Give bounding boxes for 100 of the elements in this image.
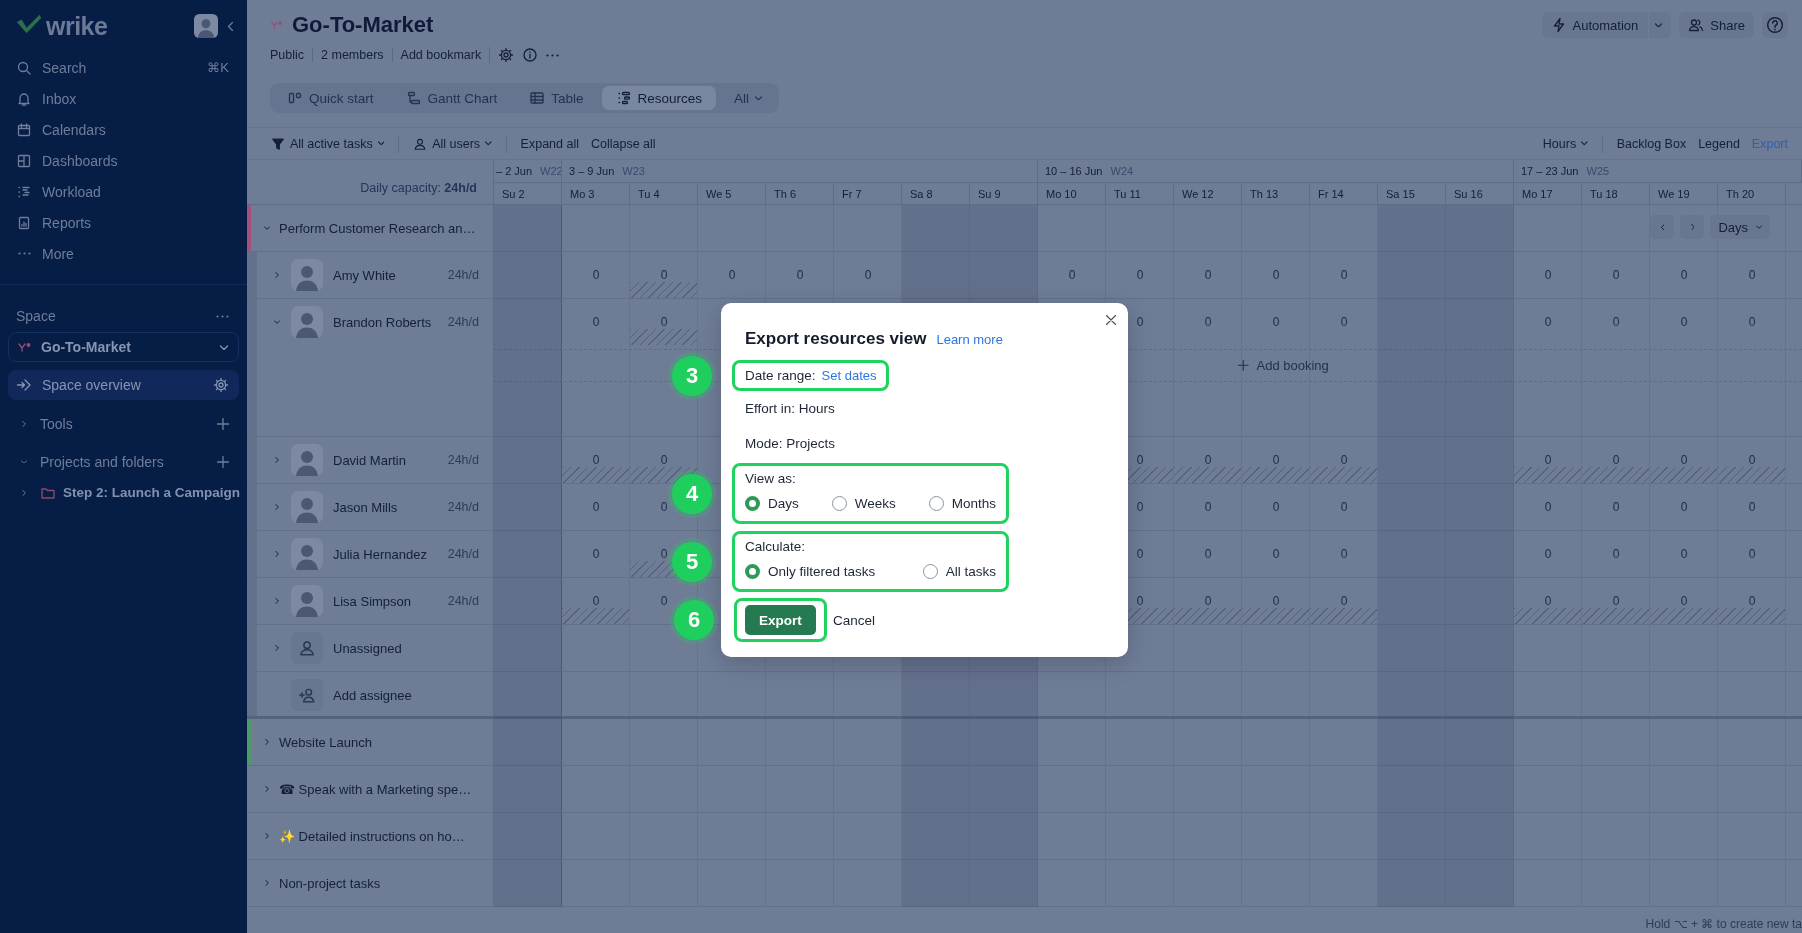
hours-value: 0 [1204, 594, 1212, 608]
table-icon [529, 90, 546, 106]
logo-wordmark: wrike [46, 11, 108, 41]
avatar-icon [291, 585, 323, 617]
chevron-right-icon[interactable] [275, 645, 279, 651]
hours-value: 0 [1544, 594, 1552, 608]
week-range: 10 – 16 Jun [1045, 165, 1103, 177]
hours-value: 0 [592, 500, 600, 514]
nav-item[interactable]: Space overview [8, 370, 239, 400]
toolbar-button[interactable]: All active tasks [265, 136, 391, 151]
chevron-right-icon[interactable] [275, 272, 279, 278]
nav-item[interactable]: Reports [0, 207, 247, 238]
chevron-down-icon [220, 344, 228, 350]
enter-icon [16, 377, 32, 393]
chevron-down-icon[interactable] [264, 226, 270, 230]
view-tab[interactable]: Resources [601, 86, 717, 110]
learn-more-link[interactable]: Learn more [936, 331, 1003, 347]
avatar-icon[interactable] [194, 14, 218, 38]
hours-value: 0 [1544, 500, 1552, 514]
hours-value: 0 [1204, 315, 1212, 329]
toolbar-button[interactable]: Share [1679, 12, 1754, 38]
week-range: 17 – 23 Jun [1521, 165, 1579, 177]
set-dates-link[interactable]: Set dates [821, 368, 877, 383]
chevron-left-icon[interactable] [228, 21, 233, 31]
toolbar-button[interactable]: Collapse all [585, 136, 662, 151]
radio-button[interactable] [745, 495, 760, 511]
nav-item[interactable]: Dashboards [0, 145, 247, 176]
hours-value: 0 [1068, 268, 1076, 282]
hours-value: 0 [1748, 594, 1756, 608]
settings-icon[interactable] [213, 377, 229, 393]
view-tab[interactable]: Quick start [273, 86, 388, 110]
hours-value: 0 [1748, 547, 1756, 561]
plus-icon[interactable] [217, 417, 229, 430]
day-label: We 12 [1182, 187, 1214, 200]
report-icon [16, 214, 32, 231]
hours-value: 0 [1748, 315, 1756, 329]
chevron-right-icon[interactable] [265, 833, 269, 839]
meta-text: 2 members [312, 48, 392, 62]
nav-item[interactable]: Calendars [0, 114, 247, 145]
close-button[interactable] [1104, 313, 1118, 327]
hours-value: 0 [1340, 315, 1348, 329]
hours-value: 0 [864, 268, 872, 282]
add-booking-button[interactable]: Add booking [1238, 358, 1329, 373]
hours-value: 0 [1544, 547, 1552, 561]
toolbar-button[interactable]: All users [407, 136, 498, 151]
setting-text: Mode: Projects [745, 435, 837, 453]
avatar-icon [291, 444, 323, 476]
chevron-down-icon[interactable] [274, 320, 280, 324]
toolbar-button[interactable]: Hours [1536, 136, 1594, 151]
hours-value: 0 [592, 547, 600, 561]
view-tab[interactable]: Gantt Chart [391, 86, 512, 110]
user-icon [413, 136, 428, 151]
hours-value: 0 [1136, 453, 1144, 467]
chevron-right-icon[interactable] [265, 786, 269, 792]
info-icon[interactable] [522, 47, 539, 63]
toolbar-button[interactable]: Legend [1692, 136, 1746, 151]
hours-value: 0 [660, 453, 668, 467]
hours-value: 0 [1680, 547, 1688, 561]
add-assignee-button[interactable]: Add assignee [291, 679, 412, 711]
chevron-right-icon[interactable] [265, 739, 269, 745]
hours-value: 0 [660, 315, 668, 329]
toolbar-button[interactable]: Expand all [514, 136, 585, 151]
day-label: We 5 [706, 187, 732, 200]
chevron-right-icon[interactable] [275, 598, 279, 604]
bookmark-link[interactable]: Add bookmark [391, 48, 490, 62]
nav-item[interactable]: Workload [0, 176, 247, 207]
more-icon[interactable] [546, 53, 560, 57]
tree-item[interactable]: Projects and folders [0, 446, 247, 477]
more-icon[interactable] [216, 314, 229, 318]
help-button[interactable] [1762, 12, 1788, 38]
hours-value: 0 [1544, 453, 1552, 467]
chevron-right-icon[interactable] [265, 880, 269, 886]
hours-value: 0 [1748, 268, 1756, 282]
plus-icon[interactable] [217, 455, 229, 468]
toolbar-button[interactable]: Automation [1541, 12, 1672, 38]
hours-value: 0 [1680, 594, 1688, 608]
settings-icon[interactable] [498, 47, 515, 63]
search-icon [16, 59, 32, 76]
view-tab[interactable]: All [720, 86, 777, 110]
tree-item[interactable]: Tools [0, 408, 247, 439]
nav-item[interactable]: More [0, 238, 247, 269]
period-select[interactable]: Days [1710, 215, 1770, 239]
chevron-down-icon [1756, 225, 1762, 229]
chevron-right-icon[interactable] [275, 504, 279, 510]
folder-item[interactable]: Step 2: Launch a Campaign [0, 477, 247, 508]
daily-capacity: Daily capacity: 24h/d [360, 181, 477, 195]
calendar-icon [16, 121, 32, 138]
person-name: Brandon Roberts [333, 314, 432, 330]
chevron-right-icon[interactable] [275, 457, 279, 463]
view-tab[interactable]: Table [515, 86, 598, 110]
field-label: View as: [745, 470, 797, 488]
radio-button[interactable] [745, 563, 760, 579]
toolbar-button[interactable]: Backlog Box [1610, 136, 1693, 151]
space-select[interactable]: Go-To-Market [8, 332, 239, 362]
chevron-right-icon[interactable] [275, 551, 279, 557]
nav-item[interactable]: Search ⌘K [0, 52, 247, 83]
day-label: Fr 14 [1318, 187, 1344, 200]
cancel-button[interactable]: Cancel [833, 612, 876, 628]
nav-item[interactable]: Inbox [0, 83, 247, 114]
export-button[interactable]: Export [745, 605, 816, 635]
